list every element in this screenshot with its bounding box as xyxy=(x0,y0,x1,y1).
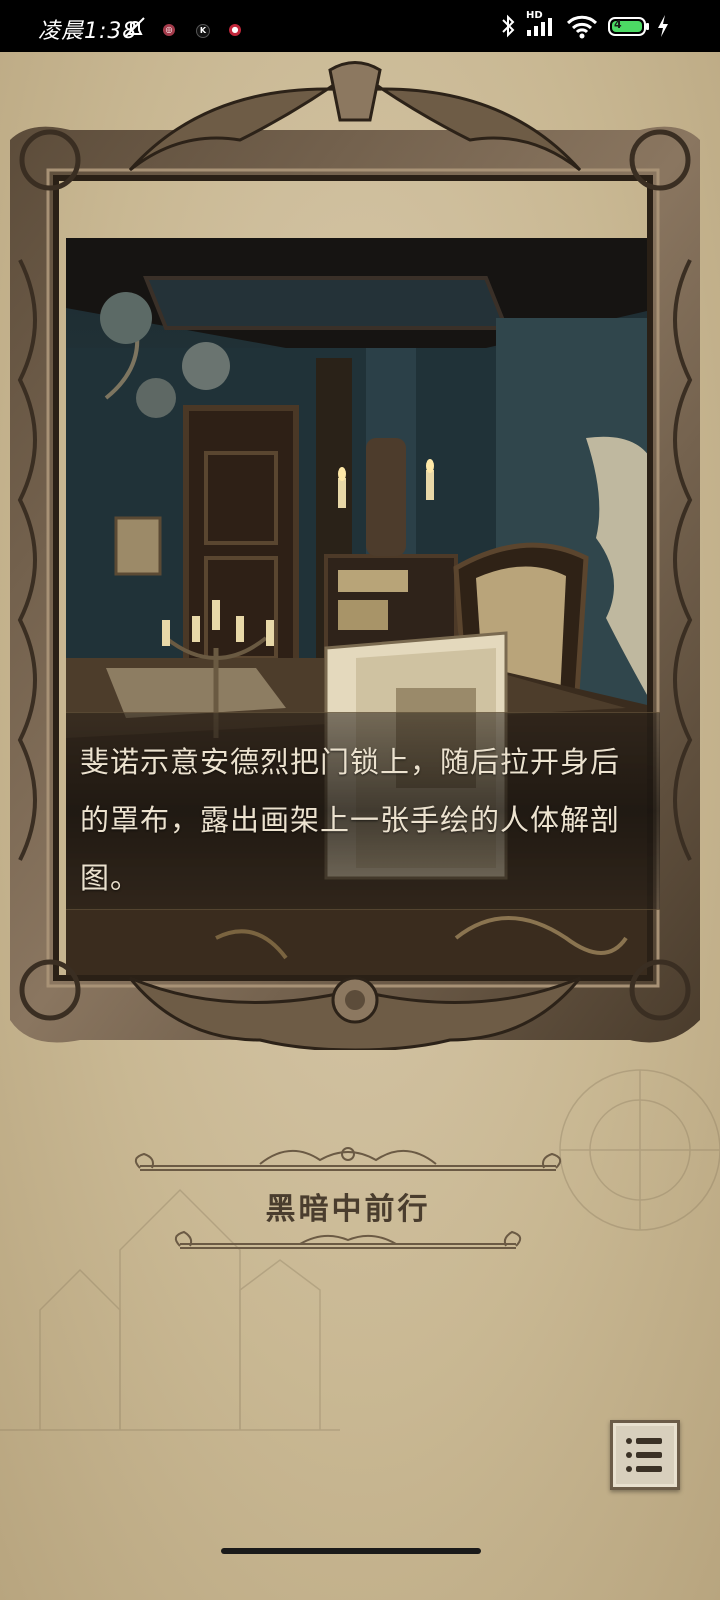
status-bar: 凌晨1:38 ◎ K ● HD 4 xyxy=(0,0,720,52)
charging-icon xyxy=(658,15,668,37)
list-menu-icon xyxy=(626,1438,662,1472)
bluetooth-icon xyxy=(502,14,515,38)
menu-button[interactable] xyxy=(610,1420,680,1490)
chapter-title: 黑暗中前行 xyxy=(265,1192,431,1227)
signal-icon xyxy=(527,18,552,36)
notification-icon: K xyxy=(196,24,210,38)
chapter-banner: 黑暗中前行 xyxy=(130,1140,566,1260)
dialog-text: 斐诺示意安德烈把门锁上，随后拉开身后的罩布，露出画架上一张手绘的人体解剖图。 xyxy=(80,745,621,895)
notification-icon: ◎ xyxy=(163,24,175,36)
battery-level: 4 xyxy=(614,18,622,31)
story-frame: 斐诺示意安德烈把门锁上，随后拉开身后的罩布，露出画架上一张手绘的人体解剖图。 xyxy=(10,60,700,1050)
dialog-box[interactable]: 斐诺示意安德烈把门锁上，随后拉开身后的罩布，露出画架上一张手绘的人体解剖图。 xyxy=(66,712,660,910)
status-indicators: HD 4 xyxy=(500,10,680,40)
mute-icon xyxy=(125,17,145,37)
wifi-icon xyxy=(566,15,598,39)
notification-icon: ● xyxy=(229,24,241,36)
home-indicator[interactable] xyxy=(221,1548,481,1554)
